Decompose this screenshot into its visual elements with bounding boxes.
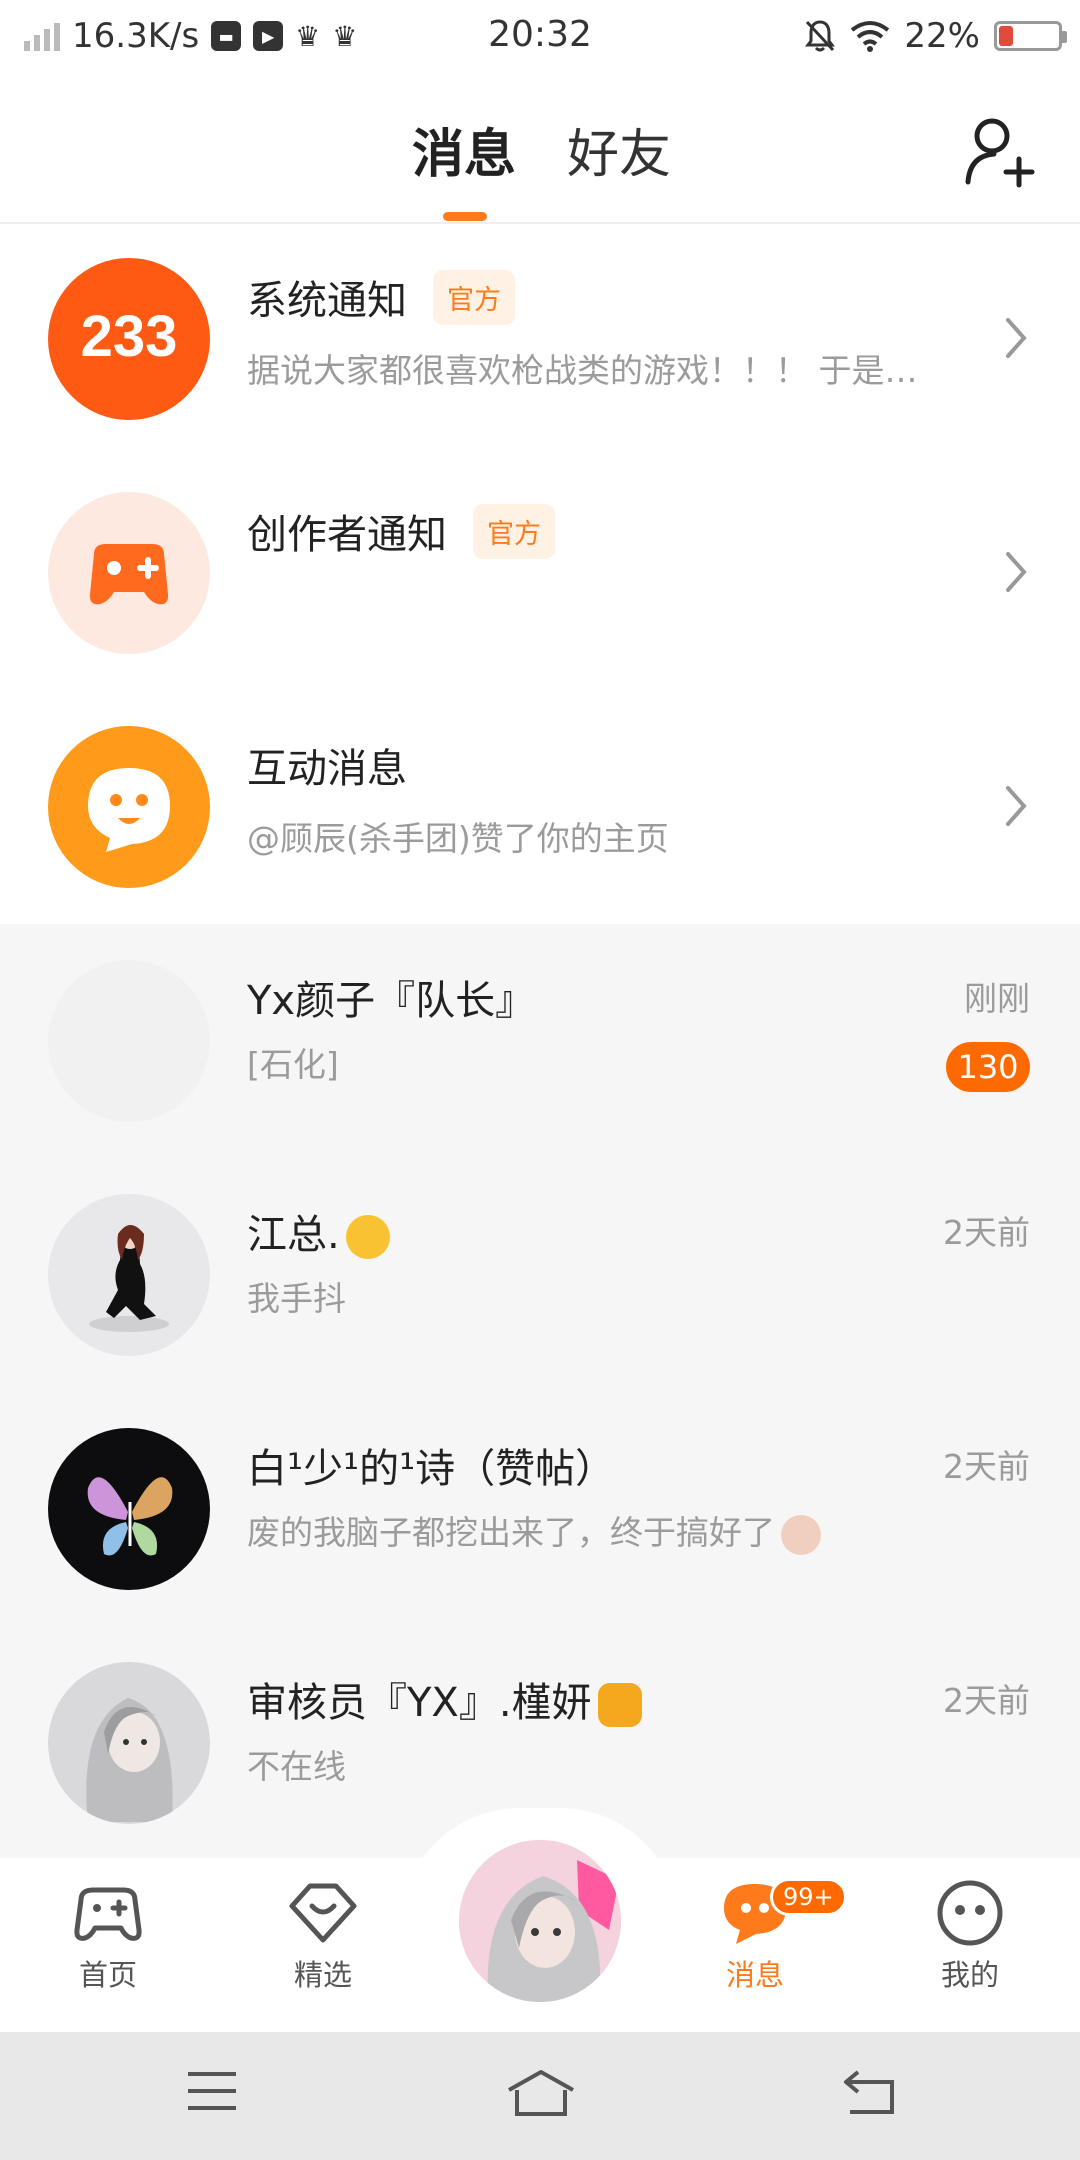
battery-percent: 22% — [904, 16, 980, 56]
system-nav-bar — [0, 2032, 1080, 2160]
gamepad-icon — [48, 492, 210, 654]
list-item-title: 互动消息 — [247, 736, 407, 794]
heart-chat-icon — [289, 1883, 357, 1943]
chat-face-icon — [48, 726, 210, 888]
chevron-right-icon — [1006, 318, 1027, 358]
message-count-badge: 99+ — [770, 1878, 847, 1916]
chat-name-text: 审核员『YX』.槿妍 — [247, 1680, 592, 1726]
chat-message: [石化] — [247, 1045, 339, 1084]
chat-message: 废的我脑子都挖出来了，终于搞好了 — [247, 1506, 821, 1555]
svg-text:233: 233 — [81, 304, 178, 369]
mute-icon — [805, 20, 836, 52]
title-text: 创作者通知 — [247, 512, 447, 558]
avatar — [48, 1662, 210, 1824]
avatar — [48, 1428, 210, 1590]
official-badge: 官方 — [473, 503, 555, 559]
face-icon — [937, 1880, 1003, 1946]
list-item-system-notice[interactable]: 233 系统通知 官方 据说大家都很喜欢枪战类的游戏！！！ 于是… — [0, 224, 1080, 458]
chat-name: 江总. — [247, 1202, 390, 1260]
monkey-emoji — [781, 1514, 821, 1555]
chat-time: 2天前 — [943, 1447, 1030, 1486]
list-item-title: 系统通知 官方 — [247, 268, 515, 326]
list-item-preview: @顾辰(杀手团)赞了你的主页 — [247, 819, 669, 858]
header: 消息 好友 — [0, 72, 1080, 224]
avatar — [48, 960, 210, 1122]
honey-pot-emoji — [597, 1683, 642, 1727]
nav-label: 首页 — [78, 1958, 137, 1992]
home-icon[interactable] — [505, 2068, 577, 2118]
add-friend-icon[interactable] — [964, 112, 1040, 188]
chat-time: 刚刚 — [964, 979, 1030, 1018]
chat-time: 2天前 — [943, 1681, 1030, 1720]
upside-down-face-emoji — [345, 1215, 390, 1259]
title-text: 系统通知 — [247, 278, 407, 324]
back-icon[interactable] — [842, 2068, 898, 2116]
battery-icon — [994, 21, 1067, 51]
official-badge: 官方 — [433, 269, 515, 325]
list-item-title: 创作者通知 官方 — [247, 502, 555, 560]
avatar — [48, 1194, 210, 1356]
status-bar: 16.3K/s ▬ ▶ ♛ ♛ 20:32 22% — [0, 0, 1080, 72]
center-avatar-button[interactable] — [455, 1836, 625, 2006]
menu-icon[interactable] — [185, 2068, 239, 2114]
gamepad-icon — [74, 1887, 142, 1941]
nav-label: 消息 — [725, 1958, 784, 1992]
list-item-preview: 据说大家都很喜欢枪战类的游戏！！！ 于是… — [247, 351, 918, 390]
tab-messages[interactable]: 消息 — [412, 112, 516, 187]
chat-row[interactable]: 江总. 我手抖 2天前 — [0, 1158, 1080, 1392]
tab-friends[interactable]: 好友 — [567, 112, 671, 187]
nav-item-profile[interactable]: 我的 — [895, 1878, 1045, 1994]
chat-name: 白¹少¹的¹诗（赞帖） — [247, 1446, 616, 1492]
battery-level — [999, 26, 1013, 46]
chat-list: Yx颜子『队长』 [石化] 刚刚 130 江总. 我手抖 2天前 白¹少¹的¹诗… — [0, 924, 1080, 1854]
nav-label: 精选 — [293, 1958, 352, 1992]
chat-name: 审核员『YX』.槿妍 — [247, 1670, 642, 1728]
chat-message: 我手抖 — [247, 1279, 346, 1318]
chat-name-text: 江总. — [247, 1212, 340, 1258]
tab-indicator — [443, 212, 487, 221]
nav-item-featured[interactable]: 精选 — [248, 1878, 398, 1994]
233-logo: 233 — [48, 258, 210, 420]
unread-badge: 130 — [946, 1042, 1030, 1092]
title-text: 互动消息 — [247, 746, 407, 792]
status-right: 22% — [804, 14, 1067, 58]
chat-name: Yx颜子『队长』 — [247, 978, 536, 1024]
wifi-icon — [851, 21, 890, 52]
official-notifications: 233 系统通知 官方 据说大家都很喜欢枪战类的游戏！！！ 于是… 创作者通知 … — [0, 224, 1080, 924]
nav-label: 我的 — [940, 1958, 999, 1992]
chevron-right-icon — [1006, 552, 1027, 592]
chat-message: 不在线 — [247, 1747, 346, 1786]
chevron-right-icon — [1006, 786, 1027, 826]
list-item-creator-notice[interactable]: 创作者通知 官方 — [0, 458, 1080, 692]
nav-item-home[interactable]: 首页 — [33, 1878, 183, 1994]
chat-row[interactable]: 白¹少¹的¹诗（赞帖） 废的我脑子都挖出来了，终于搞好了 2天前 — [0, 1392, 1080, 1626]
chat-message-text: 废的我脑子都挖出来了，终于搞好了 — [247, 1513, 775, 1552]
chat-time: 2天前 — [943, 1213, 1030, 1252]
list-item-interactions[interactable]: 互动消息 @顾辰(杀手团)赞了你的主页 — [0, 692, 1080, 926]
chat-row[interactable]: Yx颜子『队长』 [石化] 刚刚 130 — [0, 924, 1080, 1158]
